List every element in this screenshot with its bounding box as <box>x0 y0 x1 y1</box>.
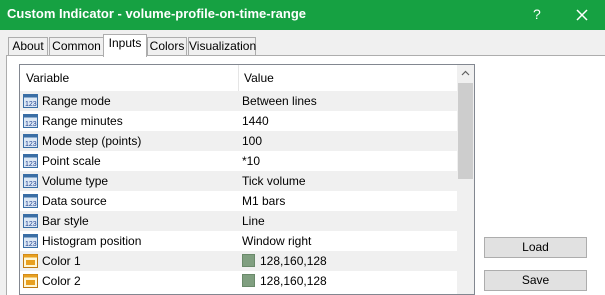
variable-name: Data source <box>42 194 107 208</box>
number-icon: 123 <box>23 134 38 148</box>
color-swatch[interactable] <box>242 254 255 267</box>
vertical-scrollbar[interactable] <box>457 65 474 294</box>
number-icon: 123 <box>23 174 38 188</box>
svg-text:123: 123 <box>25 141 37 148</box>
variable-value[interactable]: 128,160,128 <box>260 254 327 268</box>
variable-name: Color 2 <box>42 274 81 288</box>
number-icon: 123 <box>23 234 38 248</box>
table-row[interactable]: 123 Point scale *10 <box>20 151 457 171</box>
variable-value[interactable]: Between lines <box>242 94 317 108</box>
load-button[interactable]: Load <box>484 237 587 258</box>
tab-strip: About Common Inputs Colors Visualization <box>0 30 605 57</box>
svg-text:123: 123 <box>25 181 37 188</box>
svg-text:123: 123 <box>25 161 37 168</box>
variable-value[interactable]: Tick volume <box>242 174 306 188</box>
color-icon <box>23 254 38 268</box>
table-row[interactable]: 123 Volume type Tick volume <box>20 171 457 191</box>
variable-value[interactable]: Line <box>242 214 265 228</box>
number-icon: 123 <box>23 214 38 228</box>
tab-about[interactable]: About <box>8 37 48 55</box>
svg-text:123: 123 <box>25 201 37 208</box>
number-icon: 123 <box>23 94 38 108</box>
tab-common[interactable]: Common <box>49 37 104 55</box>
svg-text:123: 123 <box>25 101 37 108</box>
tab-inputs[interactable]: Inputs <box>103 34 147 57</box>
table-row[interactable]: 123 Bar style Line <box>20 211 457 231</box>
variable-value[interactable]: 1440 <box>242 114 269 128</box>
close-icon[interactable] <box>575 8 589 22</box>
color-swatch[interactable] <box>242 274 255 287</box>
grid-header: Variable Value <box>20 65 457 91</box>
number-icon: 123 <box>23 154 38 168</box>
window-title: Custom Indicator - volume-profile-on-tim… <box>7 6 307 21</box>
variable-value[interactable]: *10 <box>242 154 260 168</box>
variable-name: Range mode <box>42 94 111 108</box>
table-row[interactable]: Color 1 128,160,128 <box>20 251 457 271</box>
svg-text:123: 123 <box>25 241 37 248</box>
title-bar: Custom Indicator - volume-profile-on-tim… <box>0 0 605 30</box>
variable-name: Histogram position <box>42 234 142 248</box>
variable-value[interactable]: 100 <box>242 134 262 148</box>
scroll-up-arrow-icon[interactable] <box>457 65 474 82</box>
scrollbar-thumb[interactable] <box>458 83 473 179</box>
variable-name: Bar style <box>42 214 89 228</box>
table-row[interactable]: 123 Histogram position Window right <box>20 231 457 251</box>
variable-name: Point scale <box>42 154 101 168</box>
variable-value[interactable]: 128,160,128 <box>260 274 327 288</box>
table-row[interactable]: 123 Range minutes 1440 <box>20 111 457 131</box>
column-header-value[interactable]: Value <box>244 71 274 85</box>
number-icon: 123 <box>23 194 38 208</box>
column-header-variable[interactable]: Variable <box>26 71 69 85</box>
tab-colors[interactable]: Colors <box>147 37 187 55</box>
svg-text:123: 123 <box>25 221 37 228</box>
number-icon: 123 <box>23 114 38 128</box>
variable-name: Mode step (points) <box>42 134 142 148</box>
variable-name: Color 1 <box>42 254 81 268</box>
color-icon <box>23 274 38 288</box>
table-row[interactable]: 123 Mode step (points) 100 <box>20 131 457 151</box>
table-row[interactable]: Color 2 128,160,128 <box>20 271 457 291</box>
variable-value[interactable]: M1 bars <box>242 194 285 208</box>
variable-name: Volume type <box>42 174 109 188</box>
table-row[interactable]: 123 Range mode Between lines <box>20 91 457 111</box>
svg-text:123: 123 <box>25 121 37 128</box>
variable-value[interactable]: Window right <box>242 234 311 248</box>
save-button[interactable]: Save <box>484 270 587 291</box>
variable-name: Range minutes <box>42 114 123 128</box>
column-divider[interactable] <box>238 65 239 91</box>
help-button[interactable]: ? <box>533 6 541 22</box>
tab-visualization[interactable]: Visualization <box>188 37 256 55</box>
table-row[interactable]: 123 Data source M1 bars <box>20 191 457 211</box>
inputs-grid: Variable Value 123 Range mode Between li… <box>19 64 475 295</box>
